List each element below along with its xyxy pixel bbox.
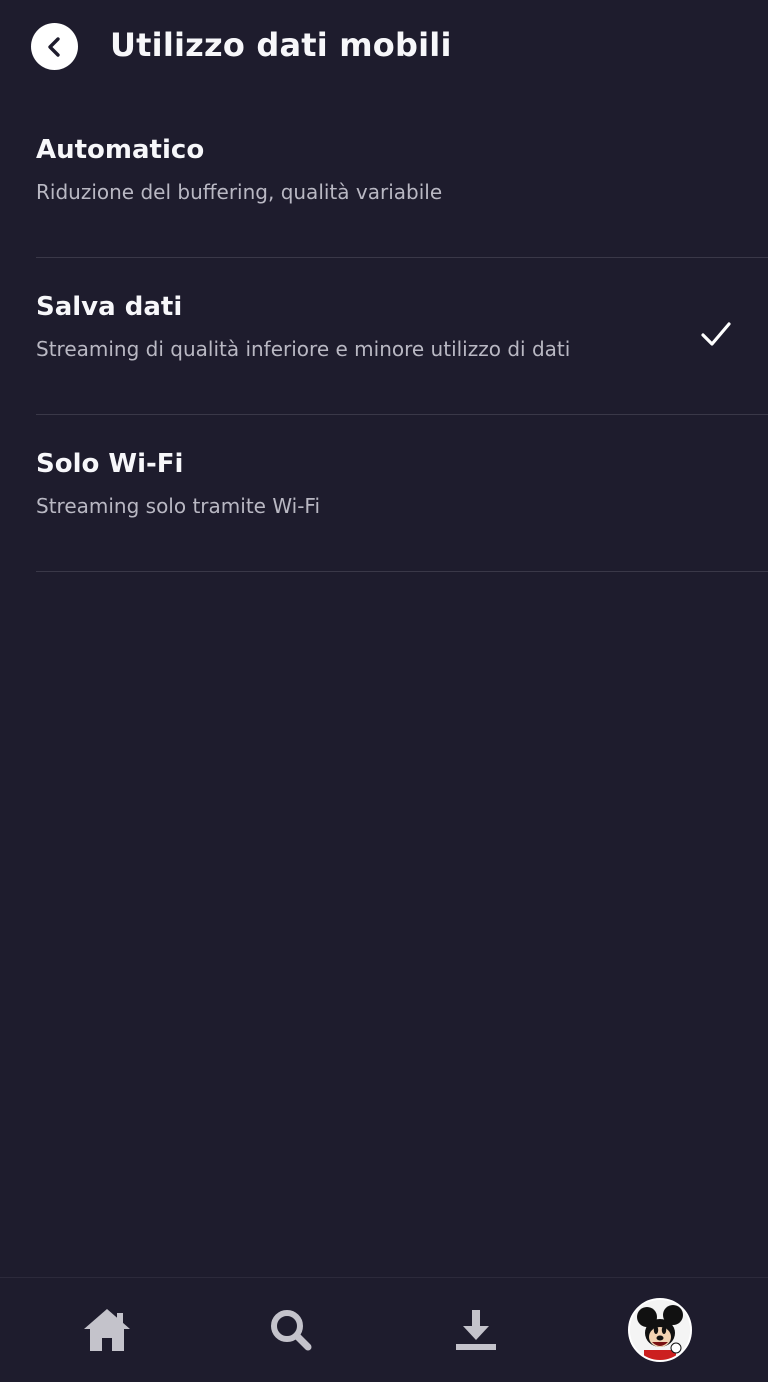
option-title: Automatico (36, 135, 205, 165)
option-solo-wifi[interactable]: Solo Wi-Fi Streaming solo tramite Wi-Fi (0, 415, 768, 572)
profile-avatar (628, 1298, 692, 1362)
mobile-data-usage-screen: Utilizzo dati mobili Automatico Riduzion… (0, 0, 768, 1382)
search-icon (271, 1310, 312, 1351)
nav-search-button[interactable] (261, 1300, 321, 1360)
data-usage-options: Automatico Riduzione del buffering, qual… (0, 101, 768, 572)
home-icon (84, 1309, 130, 1351)
header: Utilizzo dati mobili (0, 0, 768, 96)
option-subtitle: Riduzione del buffering, qualità variabi… (36, 180, 443, 204)
option-title: Solo Wi-Fi (36, 449, 184, 479)
chevron-left-icon (47, 36, 60, 57)
page-title: Utilizzo dati mobili (110, 26, 452, 64)
bottom-navigation-bar (0, 1277, 768, 1382)
option-salva-dati[interactable]: Salva dati Streaming di qualità inferior… (0, 258, 768, 415)
option-subtitle: Streaming solo tramite Wi-Fi (36, 494, 321, 518)
option-subtitle: Streaming di qualità inferiore e minore … (36, 337, 571, 361)
nav-downloads-button[interactable] (446, 1300, 506, 1360)
download-icon (456, 1310, 496, 1350)
nav-home-button[interactable] (77, 1300, 137, 1360)
option-automatico[interactable]: Automatico Riduzione del buffering, qual… (0, 101, 768, 258)
checkmark-icon (701, 322, 731, 346)
divider (36, 571, 768, 572)
mickey-mouse-avatar-icon (630, 1300, 690, 1360)
option-title: Salva dati (36, 292, 183, 322)
back-button[interactable] (31, 23, 78, 70)
nav-profile-button[interactable] (628, 1298, 692, 1362)
